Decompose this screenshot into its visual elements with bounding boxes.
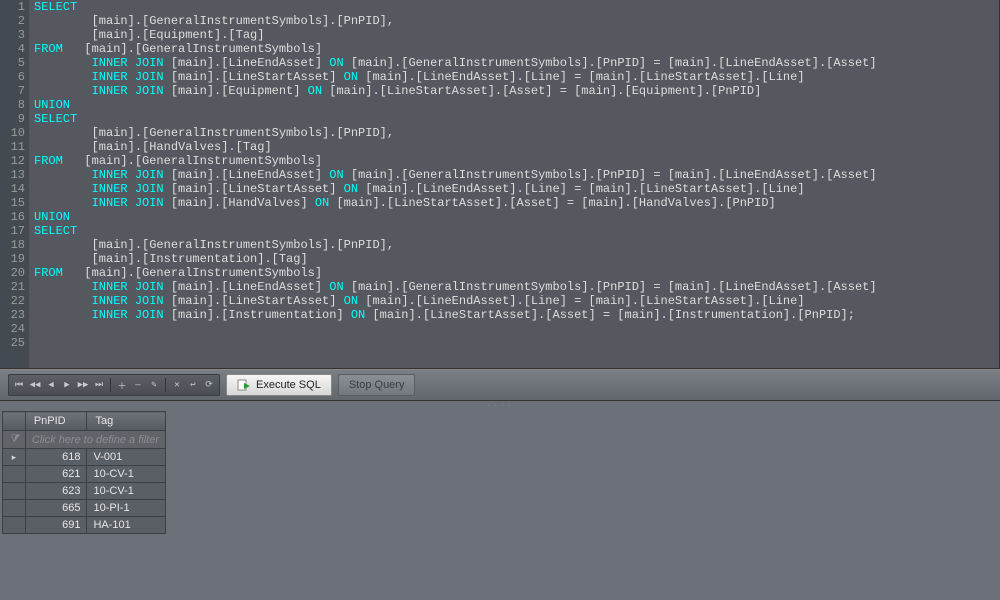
navigation-toolbar: ⏮◀◀◀▶▶▶⏭＋—✎✕↩⟳ Execute SQL Stop Query [0, 369, 1000, 401]
row-selector[interactable] [3, 483, 26, 500]
cell-tag: 10-PI-1 [87, 500, 166, 517]
nav-btn-9[interactable]: ✕ [171, 380, 183, 390]
cell-pnpid: 618 [25, 449, 87, 466]
col-tag[interactable]: Tag [87, 412, 166, 431]
table-row[interactable]: 62110-CV-1 [3, 466, 166, 483]
table-row[interactable]: 62310-CV-1 [3, 483, 166, 500]
cell-tag: HA-101 [87, 517, 166, 534]
stop-label: Stop Query [349, 379, 405, 391]
cell-pnpid: 665 [25, 500, 87, 517]
stop-query-button[interactable]: Stop Query [338, 374, 416, 396]
nav-btn-1[interactable]: ◀◀ [29, 380, 41, 390]
cell-tag: V-001 [87, 449, 166, 466]
table-row[interactable]: 691HA-101 [3, 517, 166, 534]
cell-pnpid: 621 [25, 466, 87, 483]
nav-btn-4[interactable]: ▶▶ [77, 380, 89, 390]
splitter-grip[interactable]: ···· [0, 401, 1000, 409]
col-pnpid[interactable]: PnPID [25, 412, 87, 431]
nav-btn-11[interactable]: ⟳ [203, 380, 215, 390]
filter-input[interactable]: Click here to define a filter [25, 431, 165, 449]
line-gutter: 1234567891011121314151617181920212223242… [0, 0, 30, 368]
filter-icon[interactable]: ⧩ [3, 431, 26, 449]
cell-pnpid: 623 [25, 483, 87, 500]
results-panel: PnPIDTag ⧩Click here to define a filter6… [0, 409, 1000, 600]
nav-btn-3[interactable]: ▶ [61, 380, 73, 390]
sql-editor[interactable]: 1234567891011121314151617181920212223242… [0, 0, 1000, 369]
record-navigator: ⏮◀◀◀▶▶▶⏭＋—✎✕↩⟳ [8, 374, 220, 396]
row-selector[interactable] [3, 500, 26, 517]
cell-tag: 10-CV-1 [87, 466, 166, 483]
code-area[interactable]: SELECT [main].[GeneralInstrumentSymbols]… [30, 0, 999, 368]
table-row[interactable]: 66510-PI-1 [3, 500, 166, 517]
execute-sql-button[interactable]: Execute SQL [226, 374, 332, 396]
cell-tag: 10-CV-1 [87, 483, 166, 500]
nav-btn-2[interactable]: ◀ [45, 380, 57, 390]
nav-btn-7[interactable]: — [132, 380, 144, 390]
cell-pnpid: 691 [25, 517, 87, 534]
nav-btn-5[interactable]: ⏭ [93, 380, 105, 390]
execute-label: Execute SQL [256, 379, 321, 391]
row-selector[interactable] [3, 449, 26, 466]
nav-btn-0[interactable]: ⏮ [13, 380, 25, 390]
nav-btn-8[interactable]: ✎ [148, 380, 160, 390]
nav-btn-10[interactable]: ↩ [187, 380, 199, 390]
row-selector[interactable] [3, 517, 26, 534]
execute-icon [237, 378, 251, 392]
results-table[interactable]: PnPIDTag ⧩Click here to define a filter6… [2, 411, 166, 534]
table-row[interactable]: 618V-001 [3, 449, 166, 466]
nav-divider [110, 378, 111, 392]
nav-btn-6[interactable]: ＋ [116, 379, 128, 392]
row-selector[interactable] [3, 466, 26, 483]
nav-divider [165, 378, 166, 392]
